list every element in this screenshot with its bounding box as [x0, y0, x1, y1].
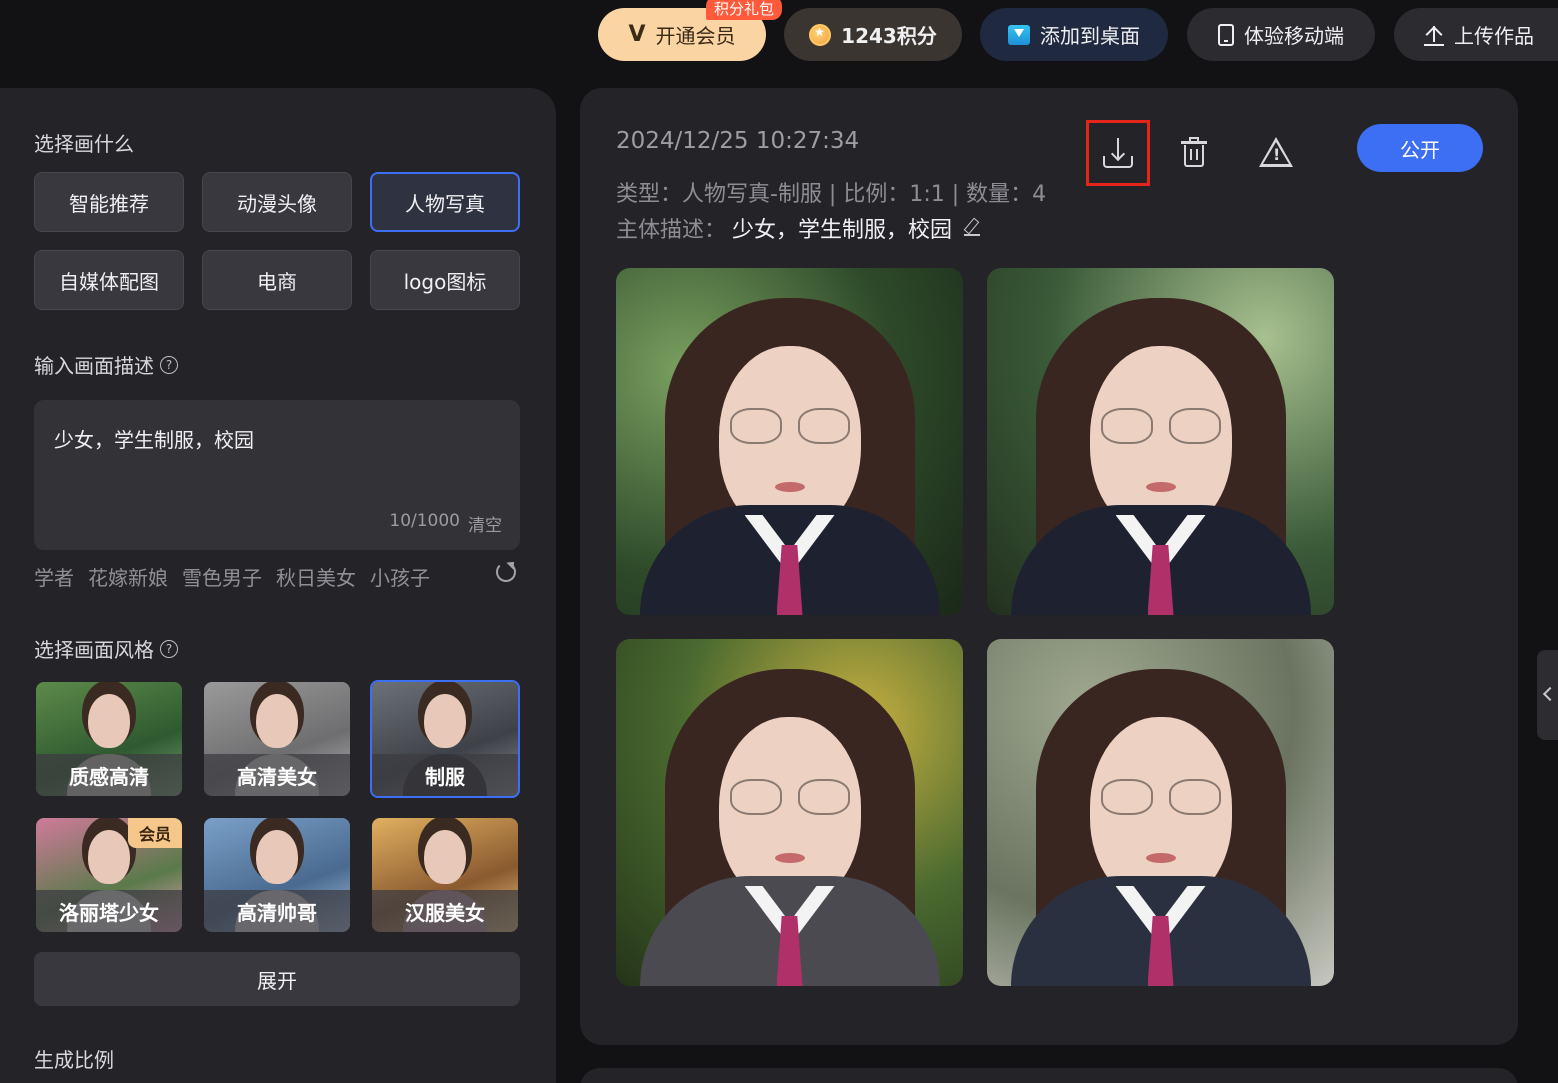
- char-count: 10/1000: [389, 511, 460, 531]
- download-icon: [1103, 138, 1133, 168]
- download-button[interactable]: [1086, 120, 1150, 186]
- collapse-side-tab[interactable]: [1537, 650, 1558, 740]
- result-meta: 类型：人物写真-制服 | 比例：1:1 | 数量：4: [616, 182, 1047, 207]
- refresh-icon[interactable]: [496, 562, 516, 582]
- trash-icon: [1181, 137, 1207, 167]
- style-thumbnail: [424, 830, 466, 884]
- section-title-style: 选择画面风格 ?: [34, 634, 178, 663]
- report-button[interactable]: [1246, 122, 1306, 182]
- result-description: 主体描述： 少女，学生制服，校园: [616, 212, 981, 244]
- upload-work-label: 上传作品: [1454, 24, 1534, 48]
- add-to-desktop-label: 添加到桌面: [1040, 24, 1140, 48]
- section-title-what: 选择画什么: [34, 132, 134, 156]
- clear-button[interactable]: 清空: [468, 511, 502, 536]
- generated-image-3[interactable]: [616, 639, 963, 986]
- try-mobile-label: 体验移动端: [1244, 24, 1344, 48]
- desktop-download-icon: [1008, 24, 1030, 45]
- style-thumbnail: [424, 694, 466, 748]
- coin-icon: [809, 23, 832, 46]
- style-label: 洛丽塔少女: [36, 890, 182, 932]
- description-input[interactable]: 少女，学生制服，校园 10/1000 清空: [34, 400, 520, 550]
- style-card-hd-beauty[interactable]: 高清美女: [204, 682, 350, 796]
- open-vip-label: 开通会员: [655, 24, 736, 48]
- warning-icon: [1259, 137, 1293, 167]
- suggestion-list: 学者 花嫁新娘 雪色男子 秋日美女 小孩子: [34, 562, 430, 591]
- generated-image-1[interactable]: [616, 268, 963, 615]
- next-result-panel: [580, 1068, 1518, 1083]
- category-portrait[interactable]: 人物写真: [370, 172, 520, 232]
- result-panel: 2024/12/25 10:27:34 类型：人物写真-制服 | 比例：1:1 …: [580, 88, 1518, 1045]
- result-date: 2024/12/25 10:27:34: [616, 128, 860, 154]
- section-title-description: 输入画面描述 ?: [34, 350, 178, 379]
- vip-tag: 会员: [128, 818, 182, 848]
- style-thumbnail: [88, 830, 130, 884]
- vip-logo-icon: V: [628, 22, 646, 47]
- style-label: 高清帅哥: [204, 890, 350, 932]
- suggestion-item[interactable]: 学者: [34, 562, 74, 591]
- public-button[interactable]: 公开: [1357, 124, 1483, 172]
- category-logo-icon[interactable]: logo图标: [370, 250, 520, 310]
- upload-work-button[interactable]: 上传作品: [1394, 8, 1558, 61]
- style-label: 汉服美女: [372, 890, 518, 932]
- points-button[interactable]: 1243积分: [784, 8, 962, 61]
- style-thumbnail: [256, 830, 298, 884]
- help-icon[interactable]: ?: [160, 639, 178, 658]
- points-gift-badge: 积分礼包: [706, 0, 783, 20]
- style-label: 质感高清: [36, 754, 182, 796]
- style-card-hanfu[interactable]: 汉服美女: [372, 818, 518, 932]
- edit-pencil-icon[interactable]: [964, 220, 981, 236]
- style-label: 高清美女: [204, 754, 350, 796]
- suggestion-item[interactable]: 花嫁新娘: [88, 562, 168, 591]
- category-anime-avatar[interactable]: 动漫头像: [202, 172, 352, 232]
- suggestion-item[interactable]: 小孩子: [370, 562, 430, 591]
- suggestion-item[interactable]: 秋日美女: [276, 562, 356, 591]
- style-label: 制服: [372, 754, 518, 796]
- upload-icon: [1424, 24, 1444, 46]
- style-thumbnail: [88, 694, 130, 748]
- try-mobile-button[interactable]: 体验移动端: [1187, 8, 1375, 61]
- style-card-uniform[interactable]: 制服: [370, 680, 520, 798]
- top-bar: V 开通会员 积分礼包 1243积分 添加到桌面 体验移动端 上传作品: [0, 0, 1558, 61]
- description-value: 少女，学生制服，校园: [732, 218, 953, 243]
- category-media-image[interactable]: 自媒体配图: [34, 250, 184, 310]
- help-icon[interactable]: ?: [160, 355, 178, 374]
- left-panel: 选择画什么 智能推荐 动漫头像 人物写真 自媒体配图 电商 logo图标 输入画…: [0, 88, 556, 1083]
- points-label: 1243积分: [841, 24, 937, 48]
- expand-styles-button[interactable]: 展开: [34, 952, 520, 1006]
- add-to-desktop-button[interactable]: 添加到桌面: [980, 8, 1168, 61]
- section-title-ratio: 生成比例: [34, 1048, 114, 1072]
- category-smart-recommend[interactable]: 智能推荐: [34, 172, 184, 232]
- category-ecommerce[interactable]: 电商: [202, 250, 352, 310]
- style-card-lolita[interactable]: 会员 洛丽塔少女: [36, 818, 182, 932]
- style-thumbnail: [256, 694, 298, 748]
- generated-image-4[interactable]: [987, 639, 1334, 986]
- generated-image-2[interactable]: [987, 268, 1334, 615]
- description-text[interactable]: 少女，学生制服，校园: [54, 424, 254, 453]
- style-card-hd-handsome[interactable]: 高清帅哥: [204, 818, 350, 932]
- delete-button[interactable]: [1164, 122, 1224, 182]
- suggestion-item[interactable]: 雪色男子: [182, 562, 262, 591]
- phone-icon: [1218, 23, 1234, 46]
- style-card-texture-hd[interactable]: 质感高清: [36, 682, 182, 796]
- description-prefix: 主体描述：: [616, 218, 727, 243]
